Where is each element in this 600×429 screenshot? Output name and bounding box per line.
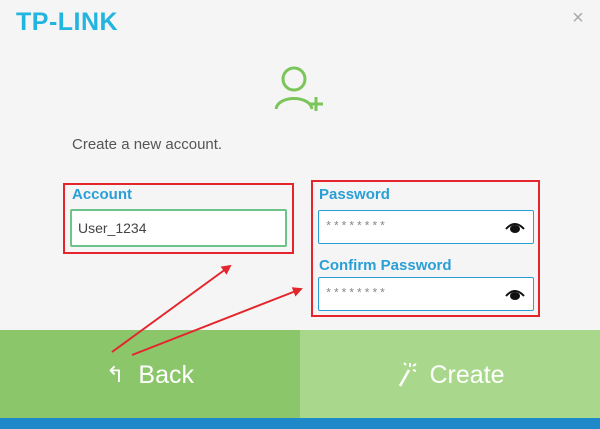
back-button[interactable]: ↰ Back (0, 330, 300, 420)
create-button-label: Create (429, 360, 505, 389)
show-password-eye-icon[interactable] (505, 220, 525, 234)
tp-link-logo: TP-LINK (16, 8, 119, 36)
confirm-password-value: ******** (325, 287, 387, 301)
create-button[interactable]: Create (300, 330, 600, 420)
intro-text: Create a new account. (72, 136, 223, 153)
account-input[interactable]: User_1234 (70, 209, 287, 247)
account-value: User_1234 (78, 220, 147, 236)
password-value: ******** (325, 220, 387, 234)
add-user-icon (274, 66, 323, 111)
back-button-label: Back (138, 360, 195, 389)
confirm-password-label: Confirm Password (319, 257, 452, 274)
bottom-bar (0, 418, 600, 429)
create-account-window: TP-LINK × Create a new account. Account … (0, 0, 600, 429)
close-icon[interactable]: × (568, 8, 588, 28)
password-input[interactable]: ******** (318, 210, 534, 244)
confirm-password-input[interactable]: ******** (318, 277, 534, 311)
account-label: Account (72, 186, 132, 203)
back-arrow-icon: ↰ (105, 362, 125, 387)
wand-icon (399, 362, 418, 387)
show-confirm-password-eye-icon[interactable] (505, 287, 525, 301)
password-label: Password (319, 186, 390, 203)
